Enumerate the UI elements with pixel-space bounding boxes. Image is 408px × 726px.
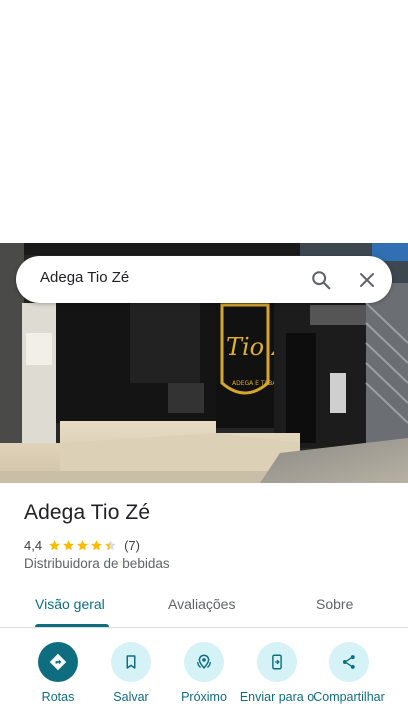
share-label: Compartilhar (313, 690, 385, 704)
nearby-label: Próximo (181, 690, 227, 704)
close-icon (360, 273, 374, 287)
rating-value: 4,4 (24, 537, 43, 553)
search-button[interactable] (307, 266, 335, 294)
directions-label: Rotas (41, 690, 75, 704)
send-to-phone-label: Enviar para o (239, 690, 315, 704)
review-count: (7) (124, 537, 140, 553)
tab-reviews[interactable]: Avaliações (168, 596, 235, 612)
close-button[interactable] (353, 266, 381, 294)
search-bar[interactable]: Adega Tio Zé (16, 256, 392, 303)
share-button[interactable]: Compartilhar (309, 642, 389, 704)
share-icon (342, 655, 355, 669)
svg-text:ADEGA E TABA: ADEGA E TABA (232, 380, 277, 387)
place-category[interactable]: Distribuidora de bebidas (24, 556, 170, 571)
tab-bar: Visão geral Avaliações Sobre (0, 586, 408, 628)
star-icon (105, 539, 116, 550)
save-label: Salvar (113, 690, 149, 704)
active-tab-indicator (35, 624, 109, 627)
rating-stars (48, 539, 118, 552)
tab-about[interactable]: Sobre (316, 596, 353, 612)
star-icon (91, 539, 102, 550)
bookmark-icon (126, 655, 136, 669)
save-button[interactable]: Salvar (91, 642, 171, 704)
place-title: Adega Tio Zé (24, 501, 151, 524)
star-icon (77, 539, 88, 550)
send-to-phone-button[interactable]: Enviar para o (237, 642, 317, 704)
star-icon (63, 539, 74, 550)
star-icon (49, 539, 60, 550)
directions-button[interactable]: Rotas (18, 642, 98, 704)
directions-icon (49, 653, 67, 671)
search-input[interactable]: Adega Tio Zé (40, 269, 129, 286)
send-to-phone-icon (272, 654, 282, 670)
tab-overview[interactable]: Visão geral (35, 596, 105, 612)
rating-row[interactable]: 4,4 (7) (24, 536, 140, 554)
search-icon (312, 271, 331, 290)
nearby-button[interactable]: Próximo (164, 642, 244, 704)
nearby-icon (197, 654, 211, 669)
